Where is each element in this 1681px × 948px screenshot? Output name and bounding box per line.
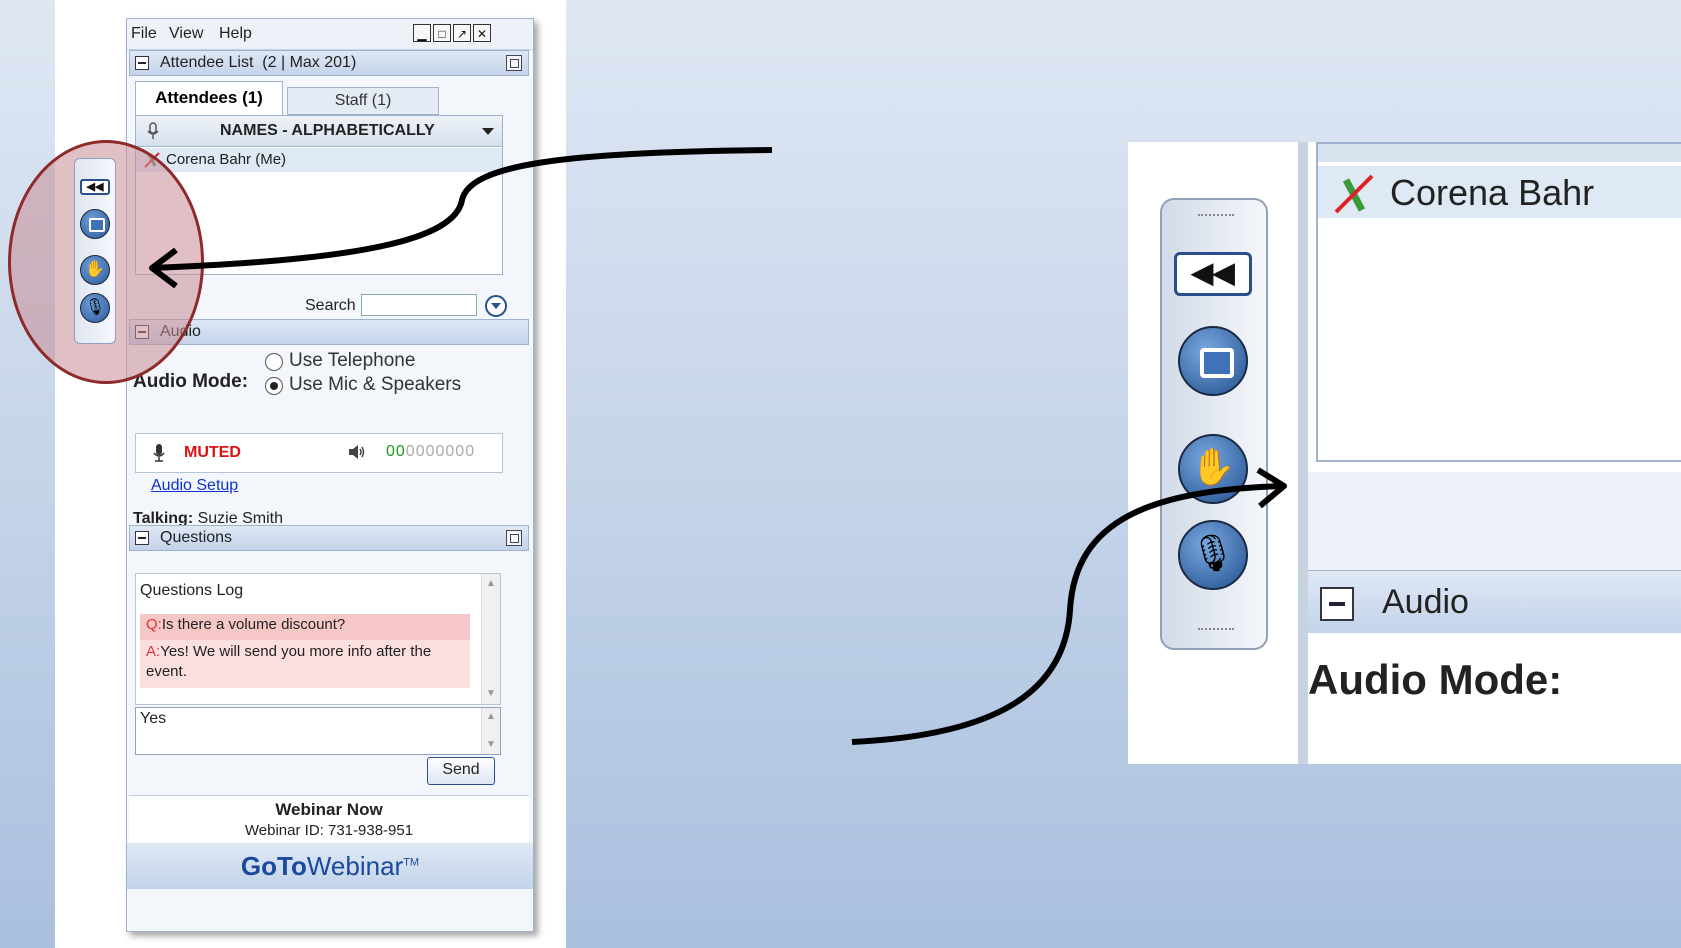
audio-level-meter: 000000000 [386,443,476,460]
mute-icon: 🎙 [1178,520,1248,590]
microphone-icon [147,122,159,139]
use-telephone-label: Use Telephone [289,350,416,371]
question-input-text: Yes [140,710,167,727]
input-scrollbar[interactable]: ▲ ▼ [481,708,500,754]
zoom-attendee-row: Corena Bahr [1318,166,1681,218]
zoom-audio-title: Audio [1382,583,1469,621]
microphone-icon[interactable] [152,443,166,463]
question-item[interactable]: Q:Is there a volume discount? [140,614,470,640]
attendee-collapse-button[interactable] [135,56,149,70]
rewind-icon[interactable]: ◀◀ [80,179,110,195]
mute-icon[interactable]: 🎙 [80,293,110,323]
attendee-popout-button[interactable] [506,55,522,71]
questions-popout-button[interactable] [506,530,522,546]
restore-button[interactable]: □ [433,24,451,42]
chevron-down-icon[interactable] [482,128,494,136]
gotowebinar-logo: GoToWebinarTM [240,851,420,881]
grab-tab-toolbar: ◀◀ ✋ 🎙 [74,158,116,344]
menu-help[interactable]: Help [219,25,252,43]
zoom-panel-edge [1298,142,1308,764]
screen-icon[interactable] [80,209,110,239]
zoom-audio-collapse [1320,587,1354,621]
use-mic-speakers-label: Use Mic & Speakers [289,374,462,395]
question-input[interactable]: Yes ▲ ▼ [135,707,501,755]
popout-window-button[interactable]: ↗ [453,24,471,42]
grip-handle [1198,628,1234,638]
muted-mic-icon [1334,174,1374,214]
menu-bar: File View Help ▁ □ ↗ ✕ [127,19,533,50]
screen-icon [1178,326,1248,396]
audio-mode-label: Audio Mode: [133,371,249,392]
search-input[interactable] [361,294,477,316]
questions-title: Questions [160,529,233,546]
audio-setup-link[interactable]: Audio Setup [151,477,238,495]
zoom-audio-header: Audio [1308,570,1681,633]
webinar-name: Webinar Now [275,800,383,819]
gotowebinar-control-panel: File View Help ▁ □ ↗ ✕ Attendee List (2 … [126,18,534,932]
scroll-up-icon[interactable]: ▲ [485,578,497,590]
answer-item: A:Yes! We will send you more info after … [140,640,470,688]
minimize-button[interactable]: ▁ [413,24,431,42]
search-label: Search [305,297,356,314]
grip-handle [1198,214,1234,224]
use-mic-speakers-radio[interactable] [265,377,283,395]
zoom-audio-mode-label: Audio Mode: [1308,656,1563,703]
zoom-attendee-name: Corena Bahr [1390,172,1595,213]
logo-bar: GoToWebinarTM [127,843,533,889]
menu-view[interactable]: View [169,25,203,43]
sort-label: NAMES - ALPHABETICALLY [220,122,435,139]
close-button[interactable]: ✕ [473,24,491,42]
rewind-icon: ◀◀ [1174,252,1252,296]
muted-status: MUTED [184,444,241,461]
tab-staff[interactable]: Staff (1) [287,87,439,115]
zoom-grab-tab-toolbar: ◀◀ ✋ 🎙 [1160,198,1268,650]
tab-attendees[interactable]: Attendees (1) [135,81,283,115]
raise-hand-icon[interactable]: ✋ [80,255,110,285]
questions-scrollbar[interactable]: ▲ ▼ [481,574,500,704]
zoom-attendee-list: Corena Bahr [1316,142,1681,462]
zoomed-callout: Corena Bahr Audio Audio Mode: ◀◀ ✋ 🎙 [1128,142,1681,764]
questions-log: Questions Log Q:Is there a volume discou… [135,573,501,705]
attendee-list-sort-header[interactable]: NAMES - ALPHABETICALLY [136,116,502,147]
questions-header: Questions [129,525,529,551]
questions-log-title: Questions Log [140,582,244,599]
use-telephone-radio[interactable] [265,353,283,371]
webinar-id: Webinar ID: 731-938-951 [244,822,414,839]
attendee-list-title: Attendee List (2 | Max 201) [160,54,357,71]
audio-status-box: MUTED 000000000 [135,433,503,473]
attendee-list-header: Attendee List (2 | Max 201) [129,50,529,76]
menu-file[interactable]: File [131,25,157,43]
zoom-list-top [1318,144,1681,162]
attendee-row[interactable]: Corena Bahr (Me) [136,148,502,172]
scroll-down-icon[interactable]: ▼ [485,739,497,751]
questions-collapse-button[interactable] [135,531,149,545]
scroll-down-icon[interactable]: ▼ [485,688,497,700]
send-button[interactable]: Send [427,757,495,785]
attendee-name: Corena Bahr (Me) [166,151,287,168]
raise-hand-icon: ✋ [1178,434,1248,504]
speaker-icon[interactable] [348,444,366,460]
scroll-up-icon[interactable]: ▲ [485,711,497,723]
zoom-panel-strip [1308,472,1681,570]
webinar-info: Webinar Now Webinar ID: 731-938-951 [129,795,529,842]
search-go-icon[interactable] [485,295,507,317]
